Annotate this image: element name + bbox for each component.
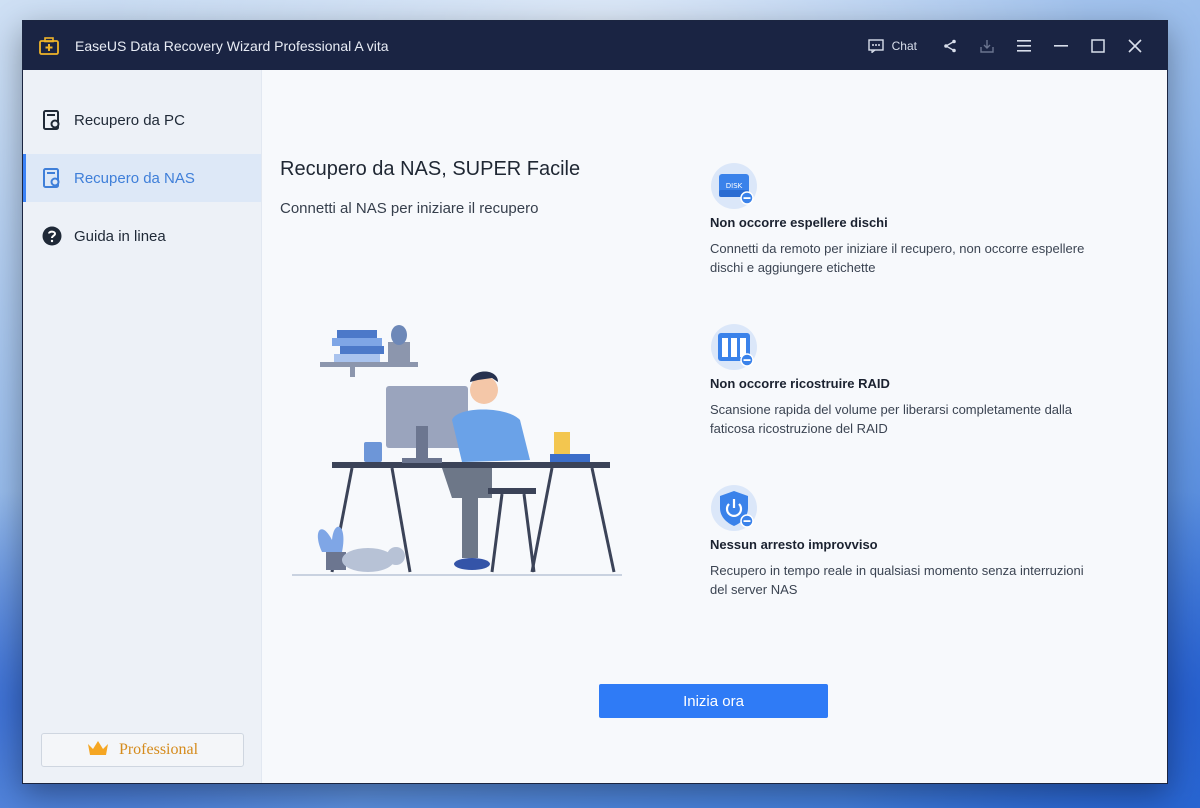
app-logo-icon [37, 34, 61, 58]
menu-button[interactable] [1005, 21, 1042, 70]
pc-recovery-icon [42, 110, 62, 130]
sidebar-item-nas-recovery[interactable]: Recupero da NAS [23, 154, 261, 202]
sidebar-item-pc-recovery[interactable]: Recupero da PC [23, 96, 261, 144]
close-icon [1127, 38, 1142, 53]
sidebar-item-online-help[interactable]: Guida in linea [23, 212, 261, 260]
download-button[interactable] [968, 21, 1005, 70]
professional-badge[interactable]: Professional [41, 733, 244, 767]
download-icon [979, 38, 995, 54]
share-icon [943, 39, 957, 53]
title-bar: EaseUS Data Recovery Wizard Professional… [23, 21, 1167, 70]
start-now-button[interactable]: Inizia ora [599, 684, 828, 718]
feature-item: Non occorre ricostruire RAID Scansione r… [710, 323, 1100, 484]
minimize-button[interactable] [1042, 21, 1079, 70]
minimize-icon [1053, 44, 1068, 47]
disk-icon: DISK [710, 162, 758, 210]
chat-icon [867, 38, 884, 53]
power-shield-icon [710, 484, 758, 532]
feature-title: Nessun arresto improvviso [710, 537, 878, 552]
sidebar-nav: Recupero da PC Recupero da NAS Guida in … [23, 70, 261, 260]
chat-label: Chat [891, 38, 917, 53]
sidebar: Recupero da PC Recupero da NAS Guida in … [23, 70, 262, 783]
feature-description: Connetti da remoto per iniziare il recup… [710, 241, 1085, 275]
sidebar-item-label: Recupero da NAS [74, 169, 195, 187]
sidebar-item-label: Recupero da PC [74, 111, 185, 129]
window-title: EaseUS Data Recovery Wizard Professional… [75, 37, 389, 54]
professional-label: Professional [118, 741, 199, 758]
app-window: EaseUS Data Recovery Wizard Professional… [22, 20, 1168, 784]
crown-icon [87, 740, 109, 761]
window-body: Recupero da PC Recupero da NAS Guida in … [23, 70, 1167, 783]
disk-icon-text: DISK [726, 182, 743, 190]
hamburger-icon [1016, 39, 1031, 52]
feature-item: Nessun arresto improvviso Recupero in te… [710, 484, 1100, 645]
close-button[interactable] [1116, 21, 1153, 70]
share-button[interactable] [931, 21, 968, 70]
feature-description: Scansione rapida del volume per liberars… [710, 402, 1073, 436]
feature-list: DISK Non occorre espellere dischi Connet… [710, 162, 1100, 645]
maximize-icon [1090, 38, 1105, 53]
feature-description: Recupero in tempo reale in qualsiasi mom… [710, 563, 1084, 597]
feature-title: Non occorre ricostruire RAID [710, 376, 890, 391]
feature-title: Non occorre espellere dischi [710, 215, 888, 230]
workspace-illustration [292, 320, 632, 585]
titlebar-actions: Chat [858, 21, 1153, 70]
page-subtitle: Connetti al NAS per iniziare il recupero [280, 200, 539, 217]
raid-icon [710, 323, 758, 371]
sidebar-item-label: Guida in linea [74, 227, 166, 245]
main-content: Recupero da NAS, SUPER Facile Connetti a… [262, 70, 1167, 783]
maximize-button[interactable] [1079, 21, 1116, 70]
page-title: Recupero da NAS, SUPER Facile [280, 158, 581, 180]
chat-button[interactable]: Chat [858, 21, 927, 70]
feature-item: DISK Non occorre espellere dischi Connet… [710, 162, 1100, 323]
help-icon [42, 226, 62, 246]
nas-recovery-icon [42, 168, 62, 188]
